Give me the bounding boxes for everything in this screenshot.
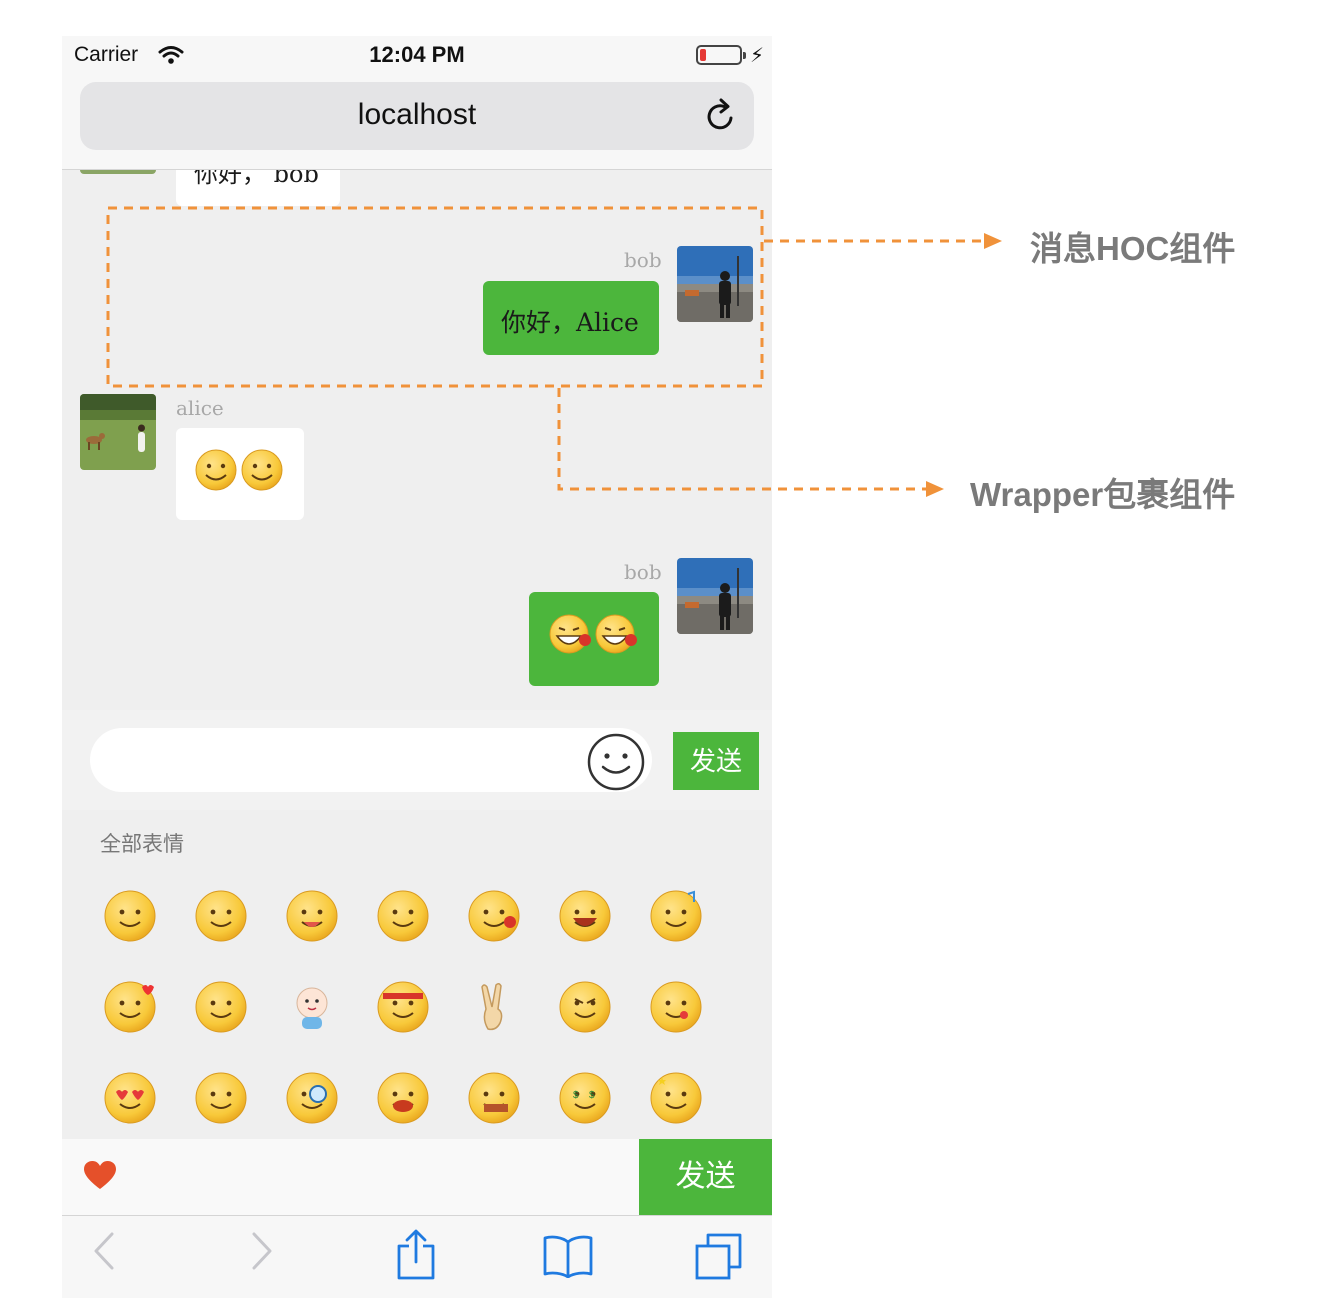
hoc-component-label: 消息HOC组件 bbox=[1030, 230, 1236, 267]
hoc-highlight-box bbox=[106, 206, 764, 388]
wrapper-arrow-line bbox=[557, 388, 928, 491]
hoc-arrowhead bbox=[984, 233, 1002, 249]
annotation-overlay bbox=[106, 206, 1002, 497]
wrapper-component-label: Wrapper包裹组件 bbox=[970, 476, 1236, 513]
wrapper-arrowhead bbox=[926, 481, 944, 497]
